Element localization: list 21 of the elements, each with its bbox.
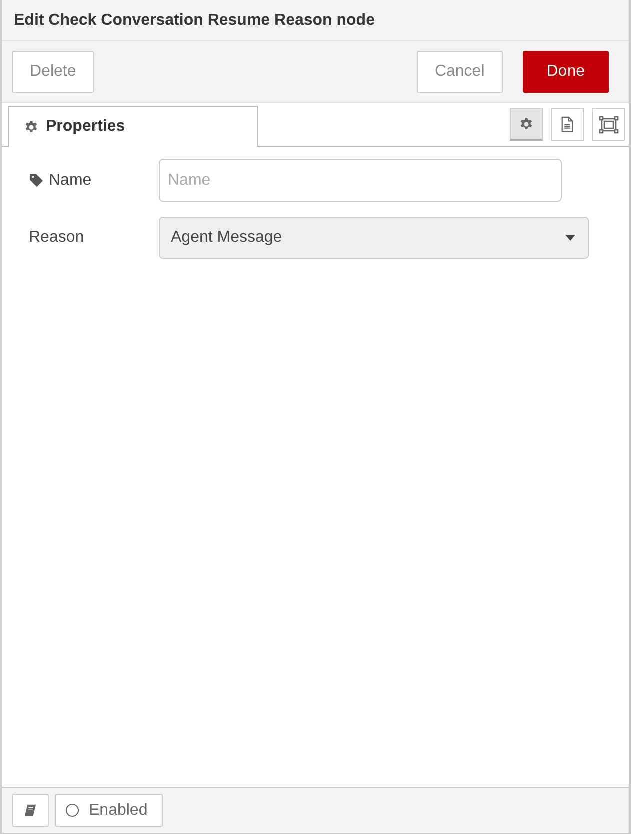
enabled-toggle[interactable]: Enabled [55,794,163,827]
help-button[interactable] [12,794,49,827]
caret-icon [565,235,576,241]
action-button[interactable]: Cancel [416,50,503,92]
name-field[interactable]: Name [159,159,562,202]
field-label: Name [49,172,92,190]
settings-tab[interactable] [510,108,543,141]
action-button[interactable]: Delete [12,50,94,92]
gear-icon [24,120,39,134]
reason-dropdown[interactable]: Agent Message [159,217,589,259]
window-title: Edit Check Conversation Resume Reason node [14,11,376,31]
document-tab[interactable] [551,108,584,141]
gear-icon [519,116,534,132]
book-icon [24,804,37,817]
properties-tab[interactable]: Properties [8,106,258,147]
frame-tab[interactable] [592,108,625,141]
field-label: Reason [29,229,84,247]
action-button[interactable]: Done [522,50,609,92]
frame-icon [598,116,618,134]
document-icon [560,116,575,133]
tag-icon [29,173,44,188]
